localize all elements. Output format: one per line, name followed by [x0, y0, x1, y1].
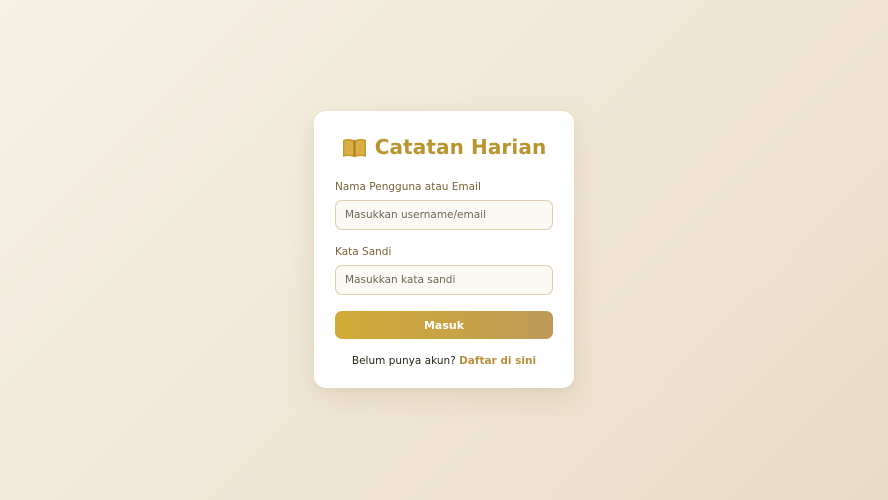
- register-prompt-text: Belum punya akun?: [351, 355, 456, 367]
- password-input[interactable]: [335, 265, 553, 295]
- login-button[interactable]: Masuk: [335, 311, 553, 339]
- register-prompt: Belum punya akun? Daftar di sini: [314, 355, 574, 367]
- app-title: Catatan Harian: [374, 135, 547, 159]
- username-label: Nama Pengguna atau Email: [335, 181, 481, 193]
- password-label: Kata Sandi: [335, 246, 392, 258]
- username-input[interactable]: [335, 200, 553, 230]
- register-link[interactable]: Daftar di sini: [459, 355, 536, 367]
- book-icon: [342, 137, 367, 158]
- login-card: Catatan Harian Nama Pengguna atau Email …: [314, 111, 574, 388]
- app-header: Catatan Harian: [314, 135, 574, 159]
